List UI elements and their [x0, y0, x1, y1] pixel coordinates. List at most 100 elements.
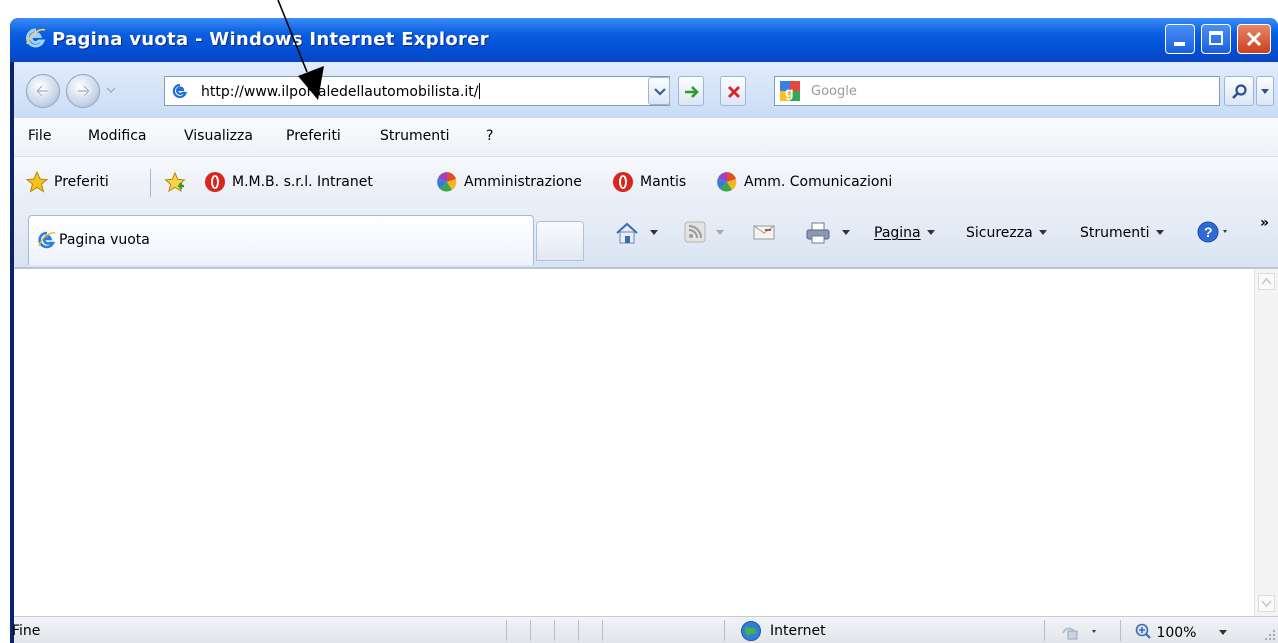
favorite-link-label: Mantis [640, 174, 687, 190]
home-dropdown[interactable] [644, 225, 658, 241]
address-input[interactable]: http://www.ilportaledellautomobilista.it… [201, 83, 481, 100]
go-arrow-icon [685, 86, 699, 98]
favorite-link-label: M.M.B. s.r.l. Intranet [232, 174, 373, 190]
feeds-button[interactable] [684, 221, 706, 247]
home-button[interactable] [614, 221, 640, 249]
menu-bar: File Modifica Visualizza Preferiti Strum… [14, 118, 1278, 157]
zoom-magnifier-icon [1135, 623, 1151, 639]
google-icon: g [780, 81, 800, 101]
status-divider [506, 620, 507, 641]
status-divider [724, 620, 725, 641]
search-icon [1232, 84, 1247, 99]
ie-logo-icon [26, 28, 46, 48]
add-favorite-star-icon [164, 171, 186, 193]
page-menu-button[interactable]: Pagina [874, 225, 935, 241]
scroll-down-button[interactable] [1258, 595, 1275, 612]
navigation-bar: http://www.ilportaledellautomobilista.it… [14, 62, 1278, 118]
help-button[interactable]: ? [1196, 220, 1232, 248]
printer-icon [806, 222, 830, 244]
opera-icon [205, 172, 225, 192]
globe-icon [741, 621, 761, 641]
stop-button[interactable] [720, 76, 746, 106]
menu-strumenti[interactable]: Strumenti [380, 128, 450, 144]
maximize-button[interactable] [1201, 24, 1231, 54]
search-button[interactable] [1224, 76, 1254, 106]
menu-help[interactable]: ? [486, 128, 493, 144]
forward-arrow-icon [78, 84, 92, 98]
tools-menu-button[interactable]: Strumenti [1080, 225, 1164, 241]
multicolor-site-icon [717, 172, 737, 192]
resize-grip-icon[interactable] [1264, 629, 1276, 641]
browser-window: Pagina vuota - Windows Internet Explorer [10, 18, 1278, 643]
status-divider [602, 620, 603, 641]
vertical-scrollbar[interactable] [1254, 269, 1278, 616]
opera-icon [613, 172, 633, 192]
status-divider [1044, 620, 1045, 641]
tools-menu-label: Strumenti [1080, 225, 1150, 241]
go-button[interactable] [678, 76, 704, 106]
dropdown-arrow-icon [926, 230, 935, 235]
recent-pages-dropdown-icon[interactable] [105, 84, 117, 96]
chevron-down-icon [1261, 89, 1269, 94]
tab-title: Pagina vuota [59, 232, 150, 248]
toolbar-separator [150, 169, 151, 197]
menu-modifica[interactable]: Modifica [88, 128, 147, 144]
print-dropdown[interactable] [836, 225, 850, 241]
favorite-link-label: Amministrazione [464, 174, 582, 190]
chevron-down-icon [654, 88, 666, 96]
dropdown-arrow-icon [1155, 230, 1164, 235]
url-text: http://www.ilportaledellautomobilista.it… [201, 84, 479, 100]
tab-pagina-vuota[interactable]: Pagina vuota [28, 215, 534, 265]
add-to-favorites-bar-button[interactable] [164, 171, 190, 195]
mail-icon [753, 225, 775, 240]
minimize-button[interactable] [1165, 24, 1195, 54]
chevron-up-icon [1261, 277, 1272, 285]
print-button[interactable] [804, 221, 832, 249]
address-dropdown-button[interactable] [648, 77, 670, 105]
status-divider [1120, 620, 1121, 641]
home-icon [616, 222, 638, 244]
menu-file[interactable]: File [28, 128, 51, 144]
forward-button[interactable] [66, 74, 100, 108]
favorites-center-button[interactable]: Preferiti [26, 171, 138, 195]
scroll-up-button[interactable] [1258, 273, 1275, 290]
favorites-bar: Preferiti M.M.B. s.r.l. Intranet Amminis… [14, 157, 1278, 207]
search-options-button[interactable] [1256, 76, 1274, 106]
menu-visualizza[interactable]: Visualizza [184, 128, 253, 144]
favorite-link-mantis[interactable]: Mantis [612, 171, 704, 195]
window-title: Pagina vuota - Windows Internet Explorer [52, 29, 489, 50]
status-divider [578, 620, 579, 641]
svg-text:g: g [785, 84, 794, 100]
read-mail-button[interactable] [752, 221, 776, 247]
security-menu-button[interactable]: Sicurezza [966, 225, 1047, 241]
feeds-dropdown[interactable] [710, 225, 724, 241]
search-box[interactable]: g Google [774, 76, 1220, 106]
favorite-link-amministrazione[interactable]: Amministrazione [436, 171, 606, 195]
ie-logo-icon [38, 231, 56, 249]
dropdown-arrow-icon [716, 230, 724, 235]
address-bar[interactable]: http://www.ilportaledellautomobilista.it… [164, 76, 670, 106]
dropdown-arrow-icon [1038, 230, 1047, 235]
page-menu-label: Pagina [874, 225, 921, 241]
dropdown-arrow-icon [842, 230, 850, 235]
zoom-level-button[interactable]: 100% [1134, 622, 1227, 641]
status-divider [554, 620, 555, 641]
favorite-link-label: Amm. Comunicazioni [744, 174, 893, 190]
status-divider [530, 620, 531, 641]
dropdown-arrow-icon [650, 230, 658, 235]
close-button[interactable] [1237, 24, 1271, 54]
chevron-down-icon [1261, 600, 1272, 608]
back-arrow-icon [34, 84, 48, 98]
menu-preferiti[interactable]: Preferiti [286, 128, 341, 144]
protected-mode-button[interactable] [1060, 621, 1104, 643]
favorite-link-amm-comunicazioni[interactable]: Amm. Comunicazioni [716, 171, 916, 195]
new-tab-button[interactable] [536, 221, 584, 261]
title-bar[interactable]: Pagina vuota - Windows Internet Explorer [10, 18, 1278, 62]
tab-row: Pagina vuota Pagina Sicurezza Strumenti … [14, 207, 1278, 269]
page-content[interactable] [14, 269, 1254, 616]
back-button[interactable] [26, 74, 60, 108]
status-text: Fine [12, 623, 41, 639]
star-icon [26, 171, 48, 193]
favorite-link-mmb-intranet[interactable]: M.M.B. s.r.l. Intranet [204, 171, 424, 195]
toolbar-overflow-chevron-icon[interactable]: » [1260, 215, 1269, 231]
